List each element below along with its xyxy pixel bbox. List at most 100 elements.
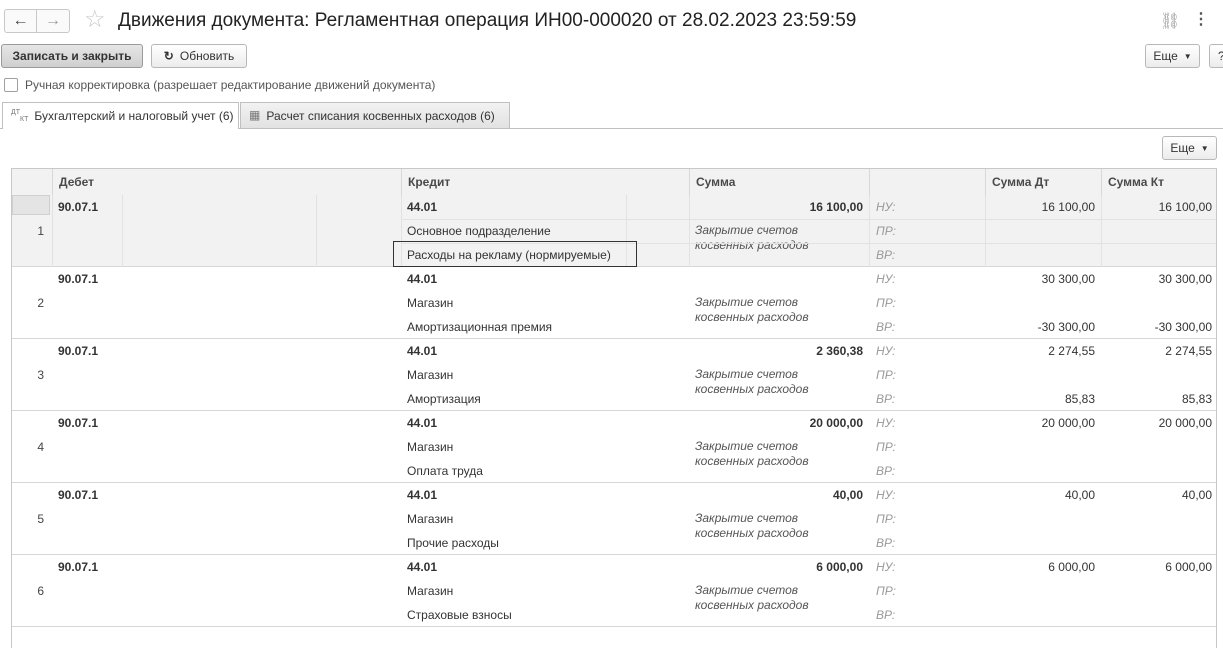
arrow-left-icon: ← (12, 12, 29, 29)
save-close-button[interactable]: Записать и закрыть (1, 44, 143, 68)
header-credit[interactable]: Кредит (401, 169, 689, 195)
credit-subconto-2: Страховые взносы (407, 608, 512, 622)
content-line-1: Закрытие счетов (695, 367, 799, 381)
table-row[interactable]: 2 90.07.1 44.01 Магазин Амортизационная … (12, 267, 1216, 339)
debit-account: 90.07.1 (58, 416, 99, 430)
window-title: Движения документа: Регламентная операци… (118, 10, 857, 31)
title-bar: ← → ☆ Движения документа: Регламентная о… (0, 0, 1223, 44)
tab-indirect-costs-label: Расчет списания косвенных расходов (6) (266, 108, 495, 123)
content-note: Закрытие счетов косвенных расходов (695, 295, 809, 325)
content-note: Закрытие счетов косвенных расходов (695, 223, 809, 253)
header-debit[interactable]: Дебет (52, 169, 401, 195)
column-divider (985, 195, 986, 267)
refresh-icon: ↻ (163, 49, 174, 63)
debit-account: 90.07.1 (58, 344, 99, 358)
content-line-2: косвенных расходов (695, 382, 809, 396)
sum-value: 6 000,00 (816, 560, 863, 574)
content-line-1: Закрытие счетов (695, 511, 799, 525)
tax-label-nu: НУ: (876, 560, 896, 574)
content-line-2: косвенных расходов (695, 598, 809, 612)
help-button[interactable]: ? (1209, 44, 1223, 68)
header-sum-kt[interactable]: Сумма Кт (1101, 169, 1216, 195)
credit-subconto-1: Магазин (407, 512, 454, 526)
credit-subconto-2: Прочие расходы (407, 536, 499, 550)
content-line-2: косвенных расходов (695, 238, 809, 252)
tab-indirect-costs[interactable]: ▦ Расчет списания косвенных расходов (6) (240, 102, 510, 128)
tax-label-pr: ПР: (876, 368, 896, 382)
sum-kt-nu: 40,00 (1181, 488, 1212, 502)
sum-value (689, 267, 869, 291)
tax-label-vr: ВР: (876, 608, 896, 622)
credit-account: 44.01 (407, 344, 438, 358)
column-divider (689, 195, 690, 267)
sum-kt-vr (1101, 243, 1216, 267)
content-line-2: косвенных расходов (695, 310, 809, 324)
table-row[interactable]: 6 90.07.1 44.01 Магазин Страховые взносы… (12, 555, 1216, 627)
table-icon: ▦ (249, 108, 261, 122)
sum-kt-nu: 6 000,00 (1165, 560, 1212, 574)
table-row[interactable]: 4 90.07.1 44.01 Магазин Оплата труда 20 … (12, 411, 1216, 483)
table-row[interactable]: 5 90.07.1 44.01 Магазин Прочие расходы 4… (12, 483, 1216, 555)
refresh-label: Обновить (179, 49, 235, 63)
sum-dt-nu: 2 274,55 (1048, 344, 1095, 358)
sum-dt-nu: 16 100,00 (1041, 200, 1095, 214)
table-row[interactable]: 3 90.07.1 44.01 Магазин Амортизация 2 36… (12, 339, 1216, 411)
tax-label-vr: ВР: (876, 536, 896, 550)
manual-edit-row: Ручная корректировка (разрешает редактир… (4, 78, 435, 92)
credit-subconto-2: Амортизация (407, 392, 481, 406)
tab-accounting[interactable]: ДТКТ Бухгалтерский и налоговый учет (6) (2, 102, 239, 129)
tax-label-nu: НУ: (876, 488, 896, 502)
refresh-button[interactable]: ↻ Обновить (151, 44, 247, 68)
tax-label-nu: НУ: (876, 416, 896, 430)
manual-edit-checkbox[interactable] (4, 78, 18, 92)
sum-dt-vr (985, 459, 1101, 483)
back-button[interactable]: ← (4, 9, 37, 33)
column-divider (1101, 195, 1102, 267)
debit-account: 90.07.1 (58, 488, 99, 502)
sum-kt-nu: 16 100,00 (1158, 200, 1212, 214)
tax-label-vr: ВР: (876, 392, 896, 406)
tax-label-pr: ПР: (876, 584, 896, 598)
table-row[interactable]: 1 90.07.1 44.01 Основное подразделение Р… (12, 195, 1216, 267)
credit-subconto-2: Амортизационная премия (407, 320, 553, 334)
link-icon[interactable]: ⛓ (1160, 11, 1180, 31)
sum-value: 2 360,38 (816, 344, 863, 358)
credit-account: 44.01 (407, 488, 438, 502)
credit-subconto-2: Оплата труда (407, 464, 483, 478)
sum-dt-nu: 30 300,00 (1041, 272, 1095, 286)
more-button[interactable]: Еще ▼ (1145, 44, 1200, 68)
sum-kt-vr (1101, 603, 1216, 627)
forward-button[interactable]: → (37, 9, 70, 33)
header-sum-dt[interactable]: Сумма Дт (985, 169, 1101, 195)
debit-account: 90.07.1 (58, 560, 99, 574)
content-note: Закрытие счетов косвенных расходов (695, 367, 809, 397)
content-line-1: Закрытие счетов (695, 295, 799, 309)
tax-label-pr: ПР: (876, 440, 896, 454)
row-divider (401, 219, 1216, 220)
debit-account: 90.07.1 (58, 272, 99, 286)
selected-cell-frame[interactable] (393, 241, 637, 267)
sum-dt-vr (985, 243, 1101, 267)
manual-edit-label: Ручная корректировка (разрешает редактир… (25, 78, 436, 92)
sum-value: 40,00 (832, 488, 863, 502)
sum-value: 20 000,00 (809, 416, 863, 430)
content-line-1: Закрытие счетов (695, 223, 799, 237)
arrow-right-icon: → (45, 12, 61, 29)
row-number: 2 (37, 296, 44, 310)
tax-label-pr: ПР: (876, 296, 896, 310)
table-more-button[interactable]: Еще ▼ (1162, 136, 1217, 160)
row-selector[interactable] (12, 195, 50, 215)
sum-value: 16 100,00 (809, 200, 863, 214)
sum-kt-vr (1101, 459, 1216, 483)
favorite-star-icon[interactable]: ☆ (84, 6, 106, 34)
credit-account: 44.01 (407, 200, 438, 214)
sum-kt-vr: 85,83 (1181, 392, 1212, 406)
row-number: 1 (37, 224, 44, 238)
tax-label-vr: ВР: (876, 464, 896, 478)
tax-label-nu: НУ: (876, 272, 896, 286)
tax-label-vr: ВР: (876, 248, 896, 262)
content-note: Закрытие счетов косвенных расходов (695, 583, 809, 613)
more-menu-icon[interactable]: ⋮ (1193, 9, 1209, 29)
tab-accounting-label: Бухгалтерский и налоговый учет (6) (34, 109, 234, 123)
header-sum[interactable]: Сумма (689, 169, 869, 195)
